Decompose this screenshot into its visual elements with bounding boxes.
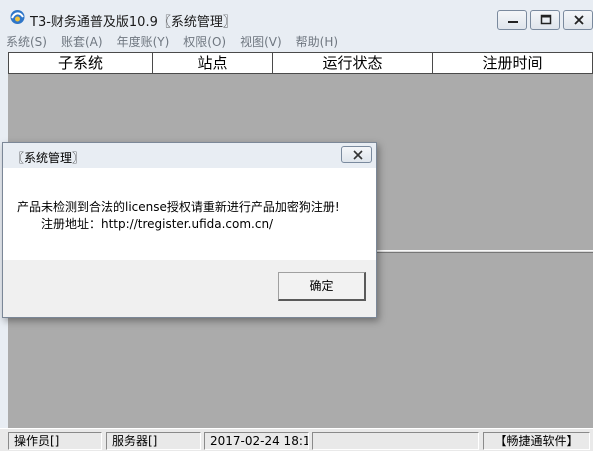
status-bar: 操作员[] 服务器[] 2017-02-24 18:11 【畅捷通软件】 bbox=[0, 428, 593, 451]
dialog-body: 产品未检测到合法的license授权请重新进行产品加密狗注册! 注册地址：htt… bbox=[3, 168, 376, 260]
maximize-button[interactable] bbox=[530, 10, 560, 30]
dialog-message-line1: 产品未检测到合法的license授权请重新进行产品加密狗注册! bbox=[17, 200, 340, 214]
dialog-title: 〖系统管理〗 bbox=[12, 151, 85, 165]
app-icon bbox=[9, 9, 26, 25]
column-header-subsystem[interactable]: 子系统 bbox=[9, 53, 153, 73]
close-icon bbox=[353, 150, 363, 160]
dialog-close-button[interactable] bbox=[341, 146, 372, 163]
column-header-site[interactable]: 站点 bbox=[153, 53, 273, 73]
status-brand: 【畅捷通软件】 bbox=[483, 432, 590, 450]
menu-account-set[interactable]: 账套(A) bbox=[61, 33, 103, 51]
window-title: T3-财务通普及版10.9〖系统管理〗 bbox=[30, 15, 236, 30]
column-header-register-time[interactable]: 注册时间 bbox=[433, 53, 592, 73]
menu-permissions[interactable]: 权限(O) bbox=[183, 33, 226, 51]
menu-annual-account[interactable]: 年度账(Y) bbox=[117, 33, 170, 51]
ok-button[interactable]: 确定 bbox=[278, 272, 366, 301]
close-icon bbox=[574, 15, 584, 25]
dialog-message-line2: 注册地址：http://tregister.ufida.com.cn/ bbox=[41, 217, 274, 231]
status-empty-cell bbox=[312, 432, 479, 450]
minimize-icon bbox=[508, 21, 518, 23]
status-server: 服务器[] bbox=[106, 432, 201, 450]
status-operator: 操作员[] bbox=[8, 432, 102, 450]
table-header: 子系统 站点 运行状态 注册时间 bbox=[8, 52, 593, 74]
menu-system[interactable]: 系统(S) bbox=[6, 33, 47, 51]
pane-splitter[interactable] bbox=[376, 250, 593, 253]
menu-view[interactable]: 视图(V) bbox=[240, 33, 282, 51]
dialog-title-bar[interactable]: 〖系统管理〗 bbox=[3, 143, 376, 168]
menu-bar: 系统(S) 账套(A) 年度账(Y) 权限(O) 视图(V) 帮助(H) bbox=[6, 33, 352, 51]
close-button[interactable] bbox=[563, 10, 593, 30]
title-bar[interactable]: T3-财务通普及版10.9〖系统管理〗 bbox=[0, 0, 593, 31]
license-error-dialog: 〖系统管理〗 产品未检测到合法的license授权请重新进行产品加密狗注册! 注… bbox=[2, 142, 377, 318]
status-datetime: 2017-02-24 18:11 bbox=[204, 432, 309, 450]
maximize-icon bbox=[540, 14, 552, 25]
dialog-footer: 确定 bbox=[3, 260, 376, 317]
column-header-run-status[interactable]: 运行状态 bbox=[273, 53, 433, 73]
minimize-button[interactable] bbox=[497, 10, 527, 30]
menu-help[interactable]: 帮助(H) bbox=[296, 33, 338, 51]
